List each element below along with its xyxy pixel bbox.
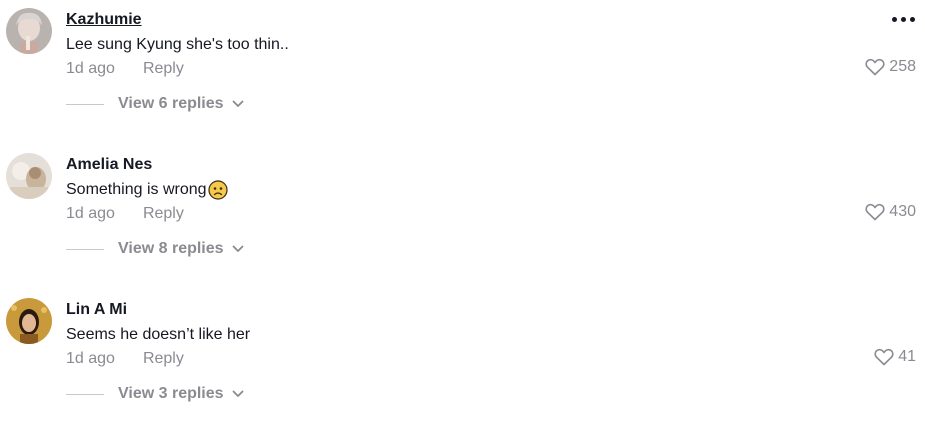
like-count: 258 xyxy=(889,58,916,75)
view-replies-label: View 3 replies xyxy=(118,385,224,402)
view-replies-label: View 6 replies xyxy=(118,95,224,112)
comment-text: Seems he doesn’t like her xyxy=(66,325,250,345)
comment-text-content: Something is wrong xyxy=(66,181,207,198)
view-replies-button[interactable]: View 3 replies xyxy=(66,385,244,403)
heart-outline-icon xyxy=(865,58,885,76)
timestamp: 1d ago xyxy=(66,205,115,222)
reply-button[interactable]: Reply xyxy=(143,349,184,369)
more-dot xyxy=(892,17,897,22)
like-button[interactable]: 41 xyxy=(874,348,916,366)
like-count: 41 xyxy=(898,348,916,365)
username[interactable]: Amelia Nes xyxy=(66,156,152,174)
username[interactable]: Lin A Mi xyxy=(66,301,127,319)
view-replies-button[interactable]: View 8 replies xyxy=(66,240,244,258)
more-dot xyxy=(910,17,915,22)
avatar[interactable] xyxy=(6,8,52,54)
replies-divider xyxy=(66,248,104,250)
comment-item: Kazhumie Lee sung Kyung she's too thin..… xyxy=(0,0,925,145)
avatar[interactable] xyxy=(6,153,52,199)
chevron-down-icon xyxy=(232,390,243,397)
comment-text: Lee sung Kyung she's too thin.. xyxy=(66,35,289,55)
view-replies-label: View 8 replies xyxy=(118,240,224,257)
more-options-button[interactable] xyxy=(892,17,915,22)
avatar-image xyxy=(6,298,52,344)
replies-divider xyxy=(66,103,104,105)
comment-meta: 1d ago Reply xyxy=(66,59,184,79)
avatar[interactable] xyxy=(6,298,52,344)
worried-face-emoji-icon xyxy=(207,180,228,200)
chevron-down-icon xyxy=(232,245,243,252)
avatar-image xyxy=(6,8,52,54)
comment-meta: 1d ago Reply xyxy=(66,349,184,369)
username[interactable]: Kazhumie xyxy=(66,11,142,29)
avatar-image xyxy=(6,153,52,199)
like-count: 430 xyxy=(889,203,916,220)
timestamp: 1d ago xyxy=(66,350,115,367)
heart-outline-icon xyxy=(865,203,885,221)
like-button[interactable]: 258 xyxy=(865,58,916,76)
comment-item: Lin A Mi Seems he doesn’t like her 1d ag… xyxy=(0,290,925,435)
view-replies-button[interactable]: View 6 replies xyxy=(66,95,244,113)
comment-text: Something is wrong xyxy=(66,180,228,200)
replies-divider xyxy=(66,393,104,395)
more-dot xyxy=(901,17,906,22)
comment-text-content: Seems he doesn’t like her xyxy=(66,326,251,343)
reply-button[interactable]: Reply xyxy=(143,59,184,79)
comment-meta: 1d ago Reply xyxy=(66,204,184,224)
reply-button[interactable]: Reply xyxy=(143,204,184,224)
timestamp: 1d ago xyxy=(66,60,115,77)
comment-item: Amelia Nes Something is wrong 1d ago Rep… xyxy=(0,145,925,290)
like-button[interactable]: 430 xyxy=(865,203,916,221)
chevron-down-icon xyxy=(232,100,243,107)
comment-text-content: Lee sung Kyung she's too thin.. xyxy=(66,36,289,53)
heart-outline-icon xyxy=(874,348,894,366)
